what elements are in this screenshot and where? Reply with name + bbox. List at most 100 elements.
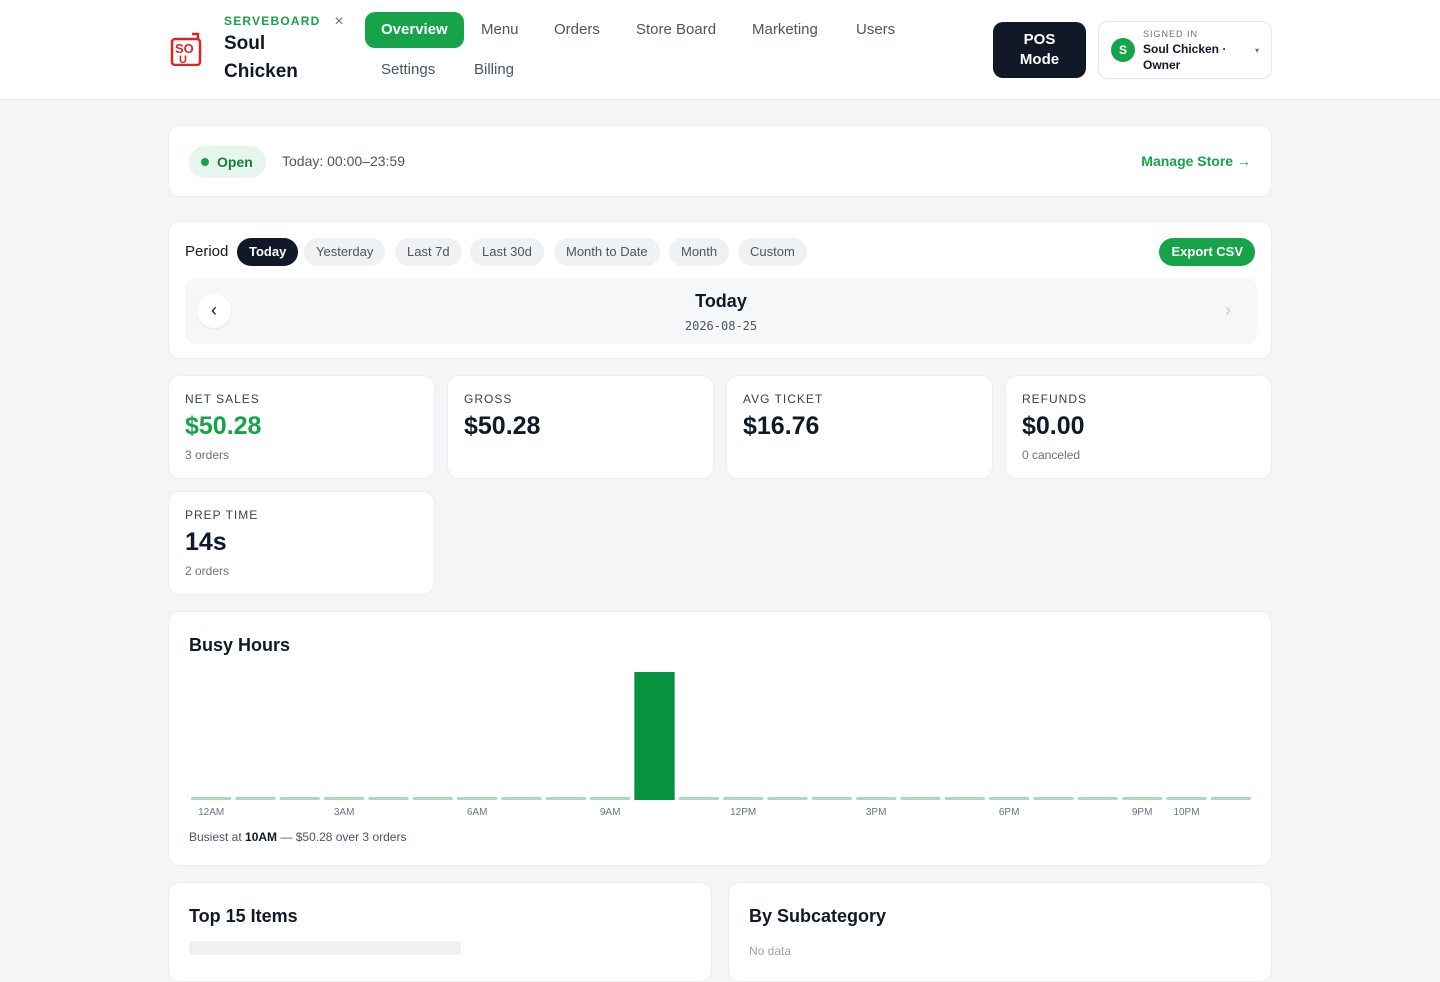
hour-bar-3AM [324,797,365,800]
x-tick-label: 9AM [600,807,621,818]
hour-bar-5AM [412,797,453,800]
brand-kicker: SERVEBOARD [224,14,321,28]
store-name: Soul Chicken [224,33,298,82]
status-dot-icon [201,158,209,166]
period-yesterday[interactable]: Yesterday [304,238,386,266]
hour-bar-1AM [235,797,276,800]
hour-bar-9PM [1122,797,1163,800]
manage-store-link[interactable]: Manage Store → [1141,153,1251,169]
top-items-title: Top 15 Items [189,906,298,926]
metric-refunds: REFUNDS $0.00 0 canceled [1005,375,1272,479]
hour-bar-10AM [634,672,675,800]
subcategory-empty: No data [749,944,792,958]
status-label: Open [217,154,253,170]
metric-label: AVG TICKET [743,392,824,406]
hour-bar-8PM [1077,797,1118,800]
hour-bar-5PM [944,797,985,800]
nav-orders[interactable]: Orders [538,12,616,48]
top-header: SO U SERVEBOARD Soul Chicken × Overview … [0,0,1440,100]
period-month-to-date[interactable]: Month to Date [554,238,660,266]
x-tick-label: 12AM [198,807,224,818]
pos-mode-button[interactable]: POS Mode [993,22,1086,78]
export-csv-button[interactable]: Export CSV [1159,238,1255,266]
x-tick-label: 12PM [730,807,756,818]
period-today[interactable]: Today [237,238,299,266]
hour-bar-3PM [856,797,897,800]
period-last-30d[interactable]: Last 30d [470,238,544,266]
hour-bar-12PM [723,797,764,800]
x-tick-label: 6PM [999,807,1020,818]
svg-text:U: U [179,54,187,66]
metric-label: NET SALES [185,392,260,406]
nav-overview[interactable]: Overview [365,12,464,48]
metric-value: $0.00 [1022,412,1085,440]
hour-bar-2PM [811,797,852,800]
metric-label: PREP TIME [185,508,259,522]
nav-menu[interactable]: Menu [465,12,535,48]
x-tick-label: 3PM [866,807,887,818]
x-tick-label: 10PM [1173,807,1199,818]
hour-bar-11PM [1210,797,1251,800]
top-items-card: Top 15 Items [168,882,712,982]
metric-prep-time: PREP TIME 14s 2 orders [168,491,435,595]
period-custom[interactable]: Custom [738,238,807,266]
hour-bar-2AM [279,797,320,800]
hour-bar-9AM [590,797,631,800]
x-tick-label: 9PM [1132,807,1153,818]
chevron-right-icon[interactable]: › [1211,294,1245,328]
hour-bar-7PM [1033,797,1074,800]
hour-bar-10PM [1166,797,1207,800]
store-hours: Today: 00:00–23:59 [282,153,405,169]
summary-hour: 10AM [245,830,278,844]
x-tick-label: 3AM [334,807,355,818]
top-items-placeholder [189,941,461,955]
hour-bar-8AM [545,797,586,800]
summary-suffix: — $50.28 over 3 orders [277,830,407,844]
subcategory-title: By Subcategory [749,906,887,926]
metric-label: GROSS [464,392,513,406]
metric-sub: 3 orders [185,448,230,462]
hour-bar-12AM [191,797,232,800]
metric-gross: GROSS $50.28 [447,375,714,479]
signed-in-label: SIGNED IN [1143,29,1199,39]
period-month[interactable]: Month [669,238,730,266]
nav-billing[interactable]: Billing [458,52,530,88]
hour-bar-6PM [989,797,1030,800]
chevron-down-icon: ▾ [1255,46,1260,55]
status-badge[interactable]: Open [189,146,266,178]
x-tick-label: 6AM [467,807,488,818]
period-card: Period Today Yesterday Last 7d Last 30d … [168,221,1272,359]
date-navigator: ‹ Today 2026-08-25 › [185,278,1257,344]
hour-bar-7AM [501,797,542,800]
metric-value: 14s [185,528,227,556]
metric-value: $16.76 [743,412,820,440]
date-title: Today [695,291,747,311]
hour-bar-1PM [767,797,808,800]
hour-bar-4AM [368,797,409,800]
store-status-card: Open Today: 00:00–23:59 Manage Store → [168,125,1272,197]
serveboard-logo-icon: SO U [170,32,202,66]
period-last-7d[interactable]: Last 7d [395,238,462,266]
metric-sub: 2 orders [185,564,230,578]
account-menu[interactable]: S SIGNED IN Soul Chicken · Owner ▾ [1098,21,1272,79]
summary-prefix: Busiest at [189,830,246,844]
nav-settings[interactable]: Settings [365,52,451,88]
nav-users[interactable]: Users [840,12,911,48]
metric-label: REFUNDS [1022,392,1088,406]
date-value: 2026-08-25 [684,319,758,333]
period-label: Period [185,243,229,260]
hour-bar-11AM [678,797,719,800]
metric-avg-ticket: AVG TICKET $16.76 [726,375,993,479]
metric-sub: 0 canceled [1022,448,1081,462]
busy-hours-summary: Busiest at 10AM — $50.28 over 3 orders [189,830,406,844]
hour-bar-6AM [457,797,498,800]
nav-store-board[interactable]: Store Board [620,12,732,48]
account-name: Soul Chicken · Owner [1143,42,1227,72]
metric-net-sales: NET SALES $50.28 3 orders [168,375,435,479]
nav-marketing[interactable]: Marketing [736,12,834,48]
metric-value: $50.28 [185,412,262,440]
hour-bar-4PM [900,797,941,800]
busy-hours-chart: 12AM 3AM 6AM 9AM 12PM 3PM 6PM 9PM 10PM [191,672,1251,818]
close-icon[interactable]: × [332,14,346,30]
metric-value: $50.28 [464,412,541,440]
